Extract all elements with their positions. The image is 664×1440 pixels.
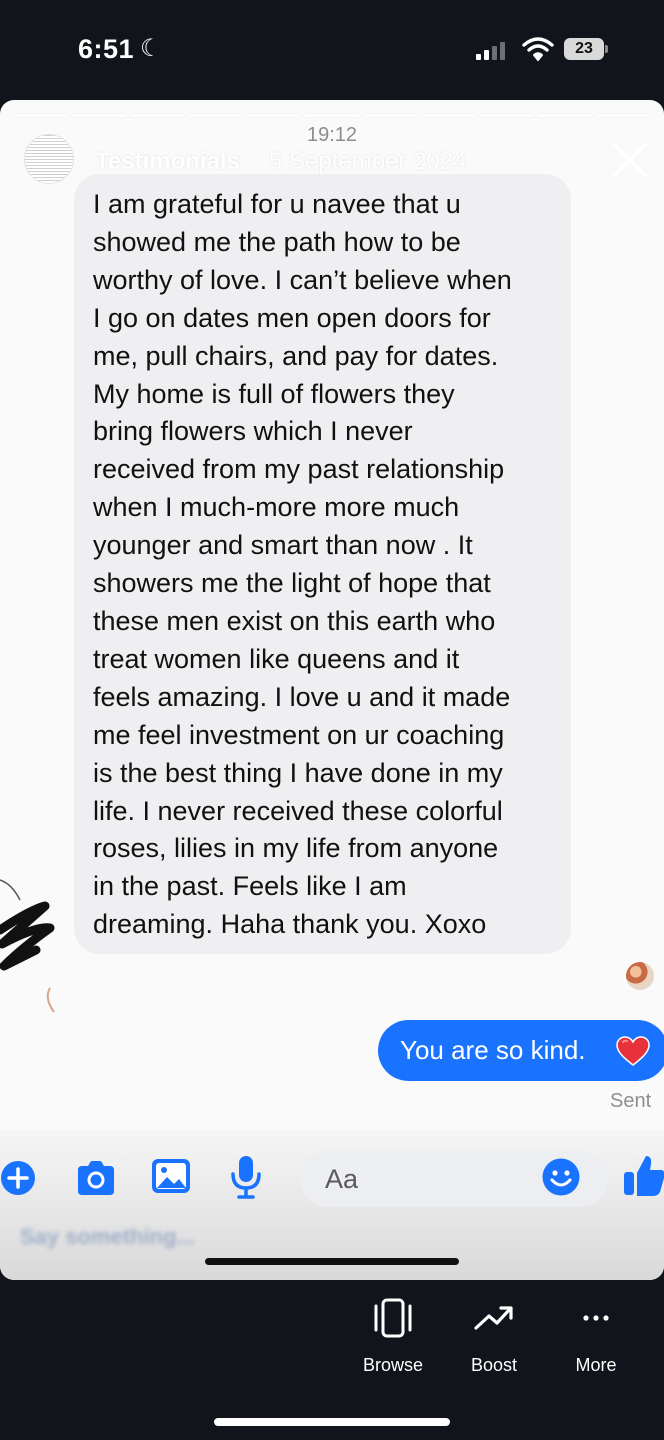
sent-message-text: You are so kind. bbox=[400, 1035, 586, 1065]
boost-label: Boost bbox=[470, 1355, 518, 1375]
story-date: 5 September 2024 bbox=[269, 148, 467, 175]
add-icon[interactable] bbox=[0, 1158, 40, 1198]
gallery-icon[interactable] bbox=[150, 1156, 192, 1196]
progress-segment bbox=[305, 114, 359, 117]
boost-button[interactable]: Boost bbox=[444, 1298, 544, 1376]
browse-button[interactable]: Browse bbox=[343, 1298, 443, 1376]
progress-segment bbox=[363, 114, 417, 117]
progress-segment bbox=[538, 114, 592, 117]
story-progress-bar bbox=[14, 114, 650, 117]
battery-icon: 23 bbox=[564, 38, 604, 60]
browse-icon bbox=[374, 1298, 412, 1338]
progress-segment bbox=[247, 114, 301, 117]
more-label: More bbox=[575, 1355, 617, 1375]
progress-segment bbox=[72, 114, 126, 117]
heart-emoji-icon bbox=[616, 1036, 650, 1066]
microphone-icon[interactable] bbox=[228, 1154, 264, 1200]
progress-segment bbox=[421, 114, 476, 117]
progress-segment bbox=[130, 114, 184, 117]
camera-icon[interactable] bbox=[74, 1158, 118, 1198]
progress-segment bbox=[480, 114, 534, 117]
signal-icon bbox=[476, 42, 510, 60]
contact-avatar bbox=[626, 962, 654, 990]
battery-tip bbox=[605, 45, 608, 53]
more-button[interactable]: More bbox=[546, 1298, 646, 1376]
reply-hint: Say something... bbox=[20, 1224, 195, 1249]
trending-up-icon bbox=[474, 1306, 513, 1330]
screen: 6:51 ☾ 23 Testimonials 5 September 2024 … bbox=[0, 0, 664, 1440]
story-viewer: Testimonials 5 September 2024 19:12 I am… bbox=[0, 100, 664, 1280]
like-icon[interactable] bbox=[622, 1152, 664, 1198]
more-icon bbox=[583, 1315, 609, 1321]
browse-label: Browse bbox=[362, 1355, 424, 1375]
home-indicator bbox=[214, 1418, 450, 1426]
status-time: 6:51 bbox=[78, 34, 135, 64]
progress-segment bbox=[596, 114, 650, 117]
inner-home-indicator bbox=[205, 1258, 459, 1265]
progress-segment bbox=[14, 114, 68, 117]
sent-status: Sent bbox=[610, 1090, 652, 1112]
story-account-name[interactable]: Testimonials bbox=[95, 148, 240, 176]
received-message-bubble: I am grateful for u navee that u showed … bbox=[74, 174, 571, 954]
wifi-icon bbox=[522, 37, 554, 61]
redaction-scribble bbox=[0, 879, 55, 1013]
progress-segment bbox=[188, 114, 243, 117]
emoji-icon[interactable] bbox=[541, 1157, 581, 1197]
message-timestamp: 19:12 bbox=[306, 124, 358, 146]
received-message-text: I am grateful for u navee that u showed … bbox=[93, 189, 512, 940]
moon-icon: ☾ bbox=[140, 35, 162, 62]
